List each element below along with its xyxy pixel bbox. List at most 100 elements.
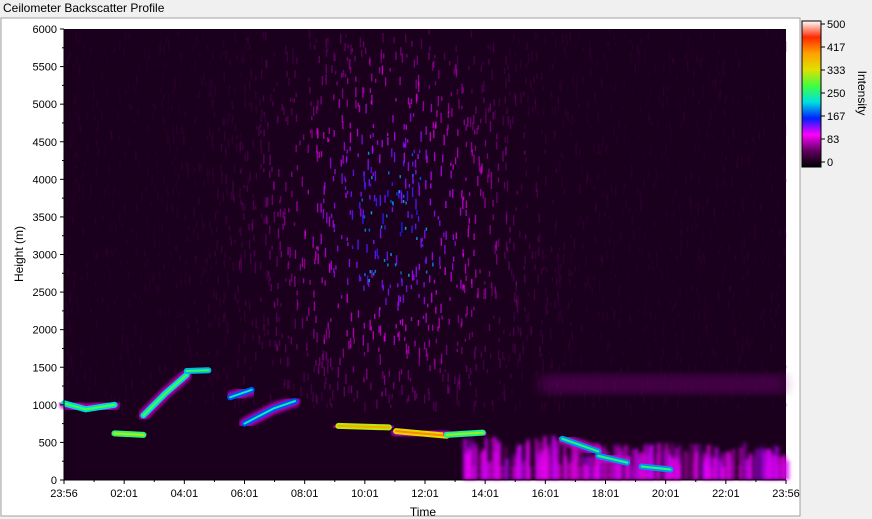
noise-speck: [225, 147, 227, 156]
noise-speck: [383, 53, 385, 59]
noise-speck: [524, 255, 526, 265]
noise-speck: [549, 363, 551, 373]
noise-speck: [555, 219, 558, 229]
noise-speck: [114, 310, 116, 316]
noise-speck: [567, 301, 570, 310]
noise-speck: [369, 56, 371, 67]
noise-speck: [147, 228, 149, 235]
noise-speck: [397, 301, 399, 311]
noise-speck: [771, 345, 773, 354]
noise-speck: [649, 358, 651, 367]
noise-speck: [347, 278, 349, 286]
noise-speck: [95, 252, 98, 261]
noise-speck: [773, 339, 775, 345]
noise-speck: [578, 34, 580, 40]
noise-speck: [359, 202, 361, 209]
noise-speck: [441, 315, 443, 320]
noise-speck: [471, 88, 473, 94]
y-tick-label: 5500: [33, 62, 57, 74]
noise-speck: [532, 87, 534, 93]
noise-speck: [69, 111, 71, 123]
noise-speck: [342, 69, 345, 77]
noise-speck: [346, 237, 348, 241]
noise-speck: [160, 88, 162, 93]
noise-speck: [662, 86, 665, 97]
noise-speck: [707, 78, 710, 84]
noise-speck: [219, 304, 221, 309]
noise-speck: [309, 41, 311, 50]
noise-speck: [217, 188, 219, 200]
noise-speck: [705, 400, 707, 409]
noise-speck: [777, 48, 779, 57]
noise-speck: [675, 254, 678, 262]
noise-speck: [281, 333, 283, 339]
precip-streak: [683, 450, 687, 480]
noise-speck: [96, 298, 99, 302]
noise-speck: [661, 154, 663, 161]
noise-speck: [242, 51, 245, 56]
noise-speck: [344, 43, 346, 52]
noise-speck: [280, 303, 282, 307]
noise-speck: [427, 387, 430, 395]
noise-speck: [357, 239, 359, 250]
noise-speck: [738, 354, 741, 364]
noise-speck: [80, 359, 83, 369]
x-tick-label: 22:01: [712, 488, 740, 500]
noise-speck: [514, 403, 517, 413]
y-tick-label: 1000: [33, 400, 57, 412]
precip-streak: [752, 455, 757, 480]
noise-speck: [227, 138, 230, 149]
noise-speck: [498, 238, 500, 247]
noise-speck: [719, 90, 721, 94]
noise-speck: [582, 76, 584, 84]
noise-speck: [133, 292, 135, 298]
noise-speck: [509, 119, 512, 130]
noise-speck: [644, 48, 646, 59]
noise-speck: [512, 343, 514, 353]
noise-speck: [137, 61, 140, 72]
noise-speck: [384, 195, 386, 203]
noise-speck: [616, 265, 618, 272]
noise-speck: [240, 198, 242, 205]
noise-speck: [330, 318, 332, 322]
noise-speck: [444, 245, 446, 255]
noise-speck: [174, 245, 176, 251]
noise-speck: [649, 117, 652, 125]
noise-speck: [343, 386, 345, 397]
noise-speck: [242, 142, 244, 150]
noise-speck: [755, 325, 757, 331]
noise-speck: [390, 253, 392, 256]
noise-speck: [97, 226, 99, 232]
noise-speck: [379, 154, 381, 164]
precip-streak: [484, 440, 489, 480]
noise-speck: [187, 356, 190, 362]
noise-speck: [602, 312, 604, 323]
noise-speck: [253, 395, 255, 405]
noise-speck: [119, 94, 121, 104]
noise-speck: [450, 162, 452, 166]
noise-speck: [351, 210, 354, 220]
noise-speck: [512, 116, 514, 125]
noise-speck: [316, 396, 318, 405]
noise-speck: [702, 84, 704, 95]
noise-speck: [732, 310, 734, 321]
noise-speck: [356, 128, 359, 137]
noise-speck: [120, 285, 122, 290]
precip-streak: [559, 464, 562, 480]
precip-streak: [481, 464, 485, 480]
noise-speck: [416, 94, 418, 102]
noise-speck: [285, 278, 287, 282]
precip-streak: [732, 449, 736, 480]
noise-speck: [208, 303, 210, 314]
noise-speck: [157, 170, 159, 175]
noise-speck: [270, 94, 272, 102]
noise-speck: [252, 138, 254, 149]
noise-speck: [463, 119, 465, 126]
noise-speck: [479, 118, 482, 124]
noise-speck: [175, 281, 178, 289]
noise-speck: [465, 275, 467, 281]
noise-speck: [618, 121, 621, 129]
noise-speck: [306, 342, 308, 351]
noise-speck: [506, 135, 509, 144]
noise-speck: [570, 252, 572, 262]
